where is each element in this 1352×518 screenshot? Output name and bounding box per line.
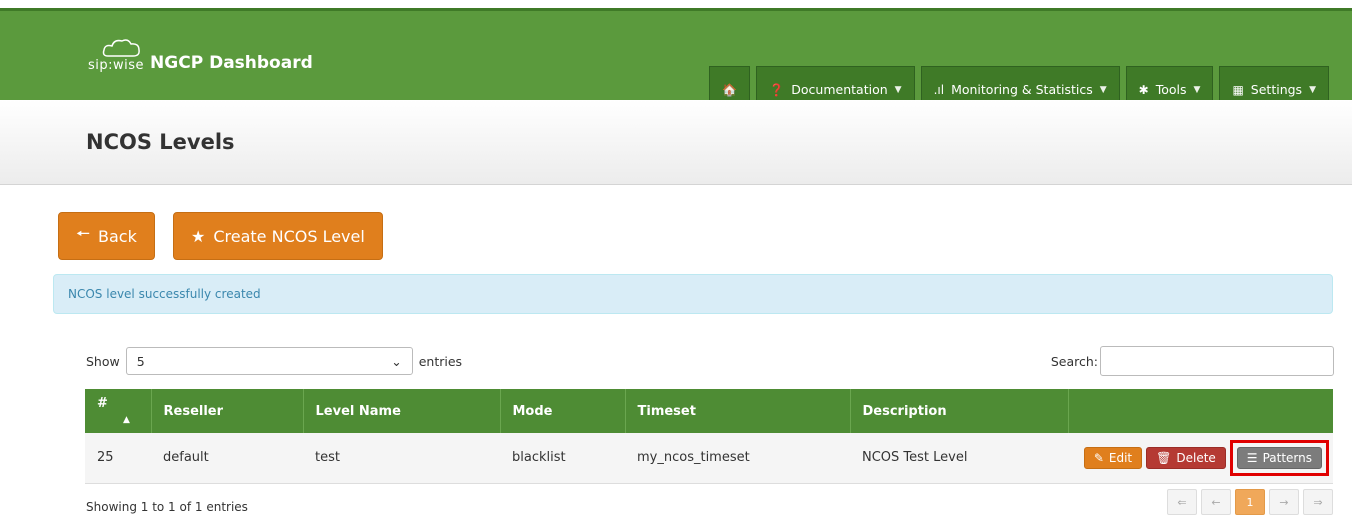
col-actions	[1067, 389, 1333, 433]
first-page-button[interactable]: ⇐	[1167, 489, 1197, 515]
brand-title: NGCP Dashboard	[150, 53, 313, 73]
cell-id: 25	[97, 450, 114, 466]
patterns-highlight: ☰ Patterns	[1229, 439, 1329, 476]
edit-button[interactable]: ✎ Edit	[1083, 446, 1143, 469]
brand-small: sip:wise	[88, 39, 144, 73]
entries-control: Show 5 ⌄ entries	[86, 347, 462, 375]
arrow-left-icon: 🠔	[76, 223, 91, 243]
create-ncos-level-button[interactable]: ★ Create NCOS Level	[173, 212, 383, 260]
caret-down-icon: ▼	[1309, 84, 1316, 95]
caret-down-icon: ▼	[1193, 84, 1201, 95]
patterns-button[interactable]: ☰ Patterns	[1236, 446, 1322, 469]
nav-documentation-label: Documentation	[791, 82, 888, 97]
cell-timeset: my_ncos_timeset	[637, 450, 750, 466]
cell-mode: blacklist	[512, 450, 566, 466]
sort-asc-icon: ▲	[123, 415, 130, 425]
ncos-levels-table: # ▲ Reseller Level Name Mode Timeset Des…	[85, 389, 1333, 484]
page-title: NCOS Levels	[86, 130, 235, 154]
top-navbar: sip:wise NGCP Dashboard 🏠 ❓ Documentatio…	[0, 8, 1352, 112]
col-level-name[interactable]: Level Name	[302, 389, 500, 433]
table-info: Showing 1 to 1 of 1 entries	[86, 500, 248, 514]
chevron-down-icon: ⌄	[391, 353, 402, 369]
cell-actions: ✎ Edit 🗑 Delete ☰ Patterns	[1068, 433, 1333, 483]
success-alert: NCOS level successfully created	[53, 274, 1333, 314]
nav-settings-label: Settings	[1250, 82, 1303, 97]
title-band: NCOS Levels	[0, 100, 1352, 185]
table-row: 25 default test blacklist my_ncos_timese…	[85, 433, 1333, 483]
next-page-button[interactable]: →	[1269, 489, 1299, 515]
col-reseller[interactable]: Reseller	[150, 389, 303, 433]
last-page-button[interactable]: ⇒	[1303, 489, 1333, 515]
prev-page-button[interactable]: ←	[1201, 489, 1231, 515]
nav-tools-label: Tools	[1155, 82, 1187, 97]
home-icon: 🏠	[722, 82, 738, 97]
cell-reseller: default	[163, 450, 209, 466]
back-button[interactable]: 🠔 Back	[58, 212, 155, 260]
col-mode[interactable]: Mode	[499, 389, 625, 433]
star-icon: ★	[191, 226, 206, 246]
col-description[interactable]: Description	[849, 389, 1068, 433]
page-1-button[interactable]: 1	[1235, 489, 1265, 515]
row-actions: ✎ Edit 🗑 Delete ☰ Patterns	[1080, 439, 1329, 476]
gear-icon: ✱	[1138, 82, 1149, 97]
cloud-icon	[102, 39, 140, 57]
nav-monitoring-label: Monitoring & Statistics	[951, 82, 1093, 97]
search-control: Search:	[1051, 346, 1334, 376]
entries-select[interactable]: 5 ⌄	[125, 347, 413, 375]
logo[interactable]: sip:wise NGCP Dashboard	[88, 39, 313, 73]
list-icon: ☰	[1246, 450, 1258, 465]
col-timeset[interactable]: Timeset	[624, 389, 850, 433]
trash-icon: 🗑	[1156, 450, 1172, 465]
cell-level-name: test	[315, 450, 340, 466]
grid-icon: ▦	[1232, 82, 1244, 97]
signal-icon: .ıl	[933, 82, 945, 97]
caret-down-icon: ▼	[1099, 84, 1107, 95]
question-icon: ❓	[769, 82, 785, 97]
table-header-row: # ▲ Reseller Level Name Mode Timeset Des…	[85, 389, 1333, 433]
col-id[interactable]: # ▲	[85, 389, 151, 433]
cell-description: NCOS Test Level	[862, 450, 968, 466]
edit-icon: ✎	[1093, 450, 1104, 465]
pagination: ⇐ ← 1 → ⇒	[1167, 489, 1333, 515]
caret-down-icon: ▼	[894, 84, 902, 95]
search-input[interactable]	[1100, 346, 1334, 376]
delete-button[interactable]: 🗑 Delete	[1146, 446, 1226, 469]
